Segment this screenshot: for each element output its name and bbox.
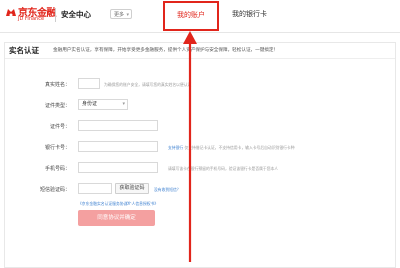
panel-header: 实名认证 金融用户实名认证，享有保障，开始享受更多金融服务，提供个人资产保护与安… <box>5 43 395 59</box>
agree-submit-button[interactable]: 同意协议并确定 <box>78 210 155 226</box>
agreement-link-privacy[interactable]: 《个人信息授权书》 <box>124 201 158 207</box>
supported-banks-link[interactable]: 支持银行 <box>168 145 183 150</box>
real-name-hint: 为确保您的账户安全，请填写您的真实姓名以便认证 <box>104 82 192 87</box>
panel-title: 实名认证 <box>9 46 39 55</box>
bank-card-hint-row: 支持银行 仅支持借记卡认证，不支持信用卡，输入卡号后自动识别银行卡种 <box>168 145 295 151</box>
no-sms-link[interactable]: 没有收到短信？ <box>154 187 181 193</box>
site-title: 安全中心 <box>61 10 91 19</box>
chevron-down-icon: ▾ <box>122 101 125 107</box>
more-label: 更多 <box>114 12 125 18</box>
jd-dog-icon <box>6 9 16 17</box>
id-number-label: 证件号： <box>49 124 70 130</box>
panel-description: 金融用户实名认证，享有保障，开始享受更多金融服务，提供个人资产保护与安全保障，轻… <box>53 48 279 53</box>
sms-code-label: 短信验证码： <box>39 187 70 193</box>
header-divider <box>55 8 56 22</box>
id-type-label: 证件类型： <box>44 103 70 109</box>
more-dropdown[interactable]: 更多 ▾ <box>110 9 132 19</box>
chevron-down-icon: ▾ <box>126 12 129 18</box>
tab-my-account[interactable]: 我的账户 <box>163 1 219 31</box>
get-code-button[interactable]: 获取验证码 <box>115 183 149 194</box>
bank-card-input[interactable] <box>78 141 158 152</box>
sms-code-input[interactable] <box>78 183 112 194</box>
tab-my-bank-card[interactable]: 我的银行卡 <box>232 0 267 32</box>
real-name-input[interactable] <box>78 78 100 89</box>
jd-finance-logo[interactable]: 京东金融 JD Finance <box>4 4 57 26</box>
phone-label: 手机号码： <box>44 166 70 172</box>
id-type-select[interactable]: 身份证 ▾ <box>78 99 128 110</box>
phone-input[interactable] <box>78 162 158 173</box>
id-number-input[interactable] <box>78 120 158 131</box>
top-header: 京东金融 JD Finance 安全中心 更多 ▾ 我的账户 我的银行卡 <box>0 0 400 33</box>
phone-hint: 请填写该卡在银行预留的手机号码，验证该银行卡是否属于您本人 <box>168 166 279 171</box>
realname-auth-panel: 实名认证 金融用户实名认证，享有保障，开始享受更多金融服务，提供个人资产保护与安… <box>4 42 396 268</box>
bank-card-label: 银行卡号： <box>44 145 70 151</box>
bank-card-hint: 仅支持借记卡认证，不支持信用卡，输入卡号后自动识别银行卡种 <box>184 145 295 150</box>
real-name-label: 真实姓名： <box>44 82 70 88</box>
id-type-value: 身份证 <box>82 101 98 107</box>
page: 京东金融 JD Finance 安全中心 更多 ▾ 我的账户 我的银行卡 实名认… <box>0 0 400 268</box>
logo-english-text: JD Finance <box>18 16 45 22</box>
